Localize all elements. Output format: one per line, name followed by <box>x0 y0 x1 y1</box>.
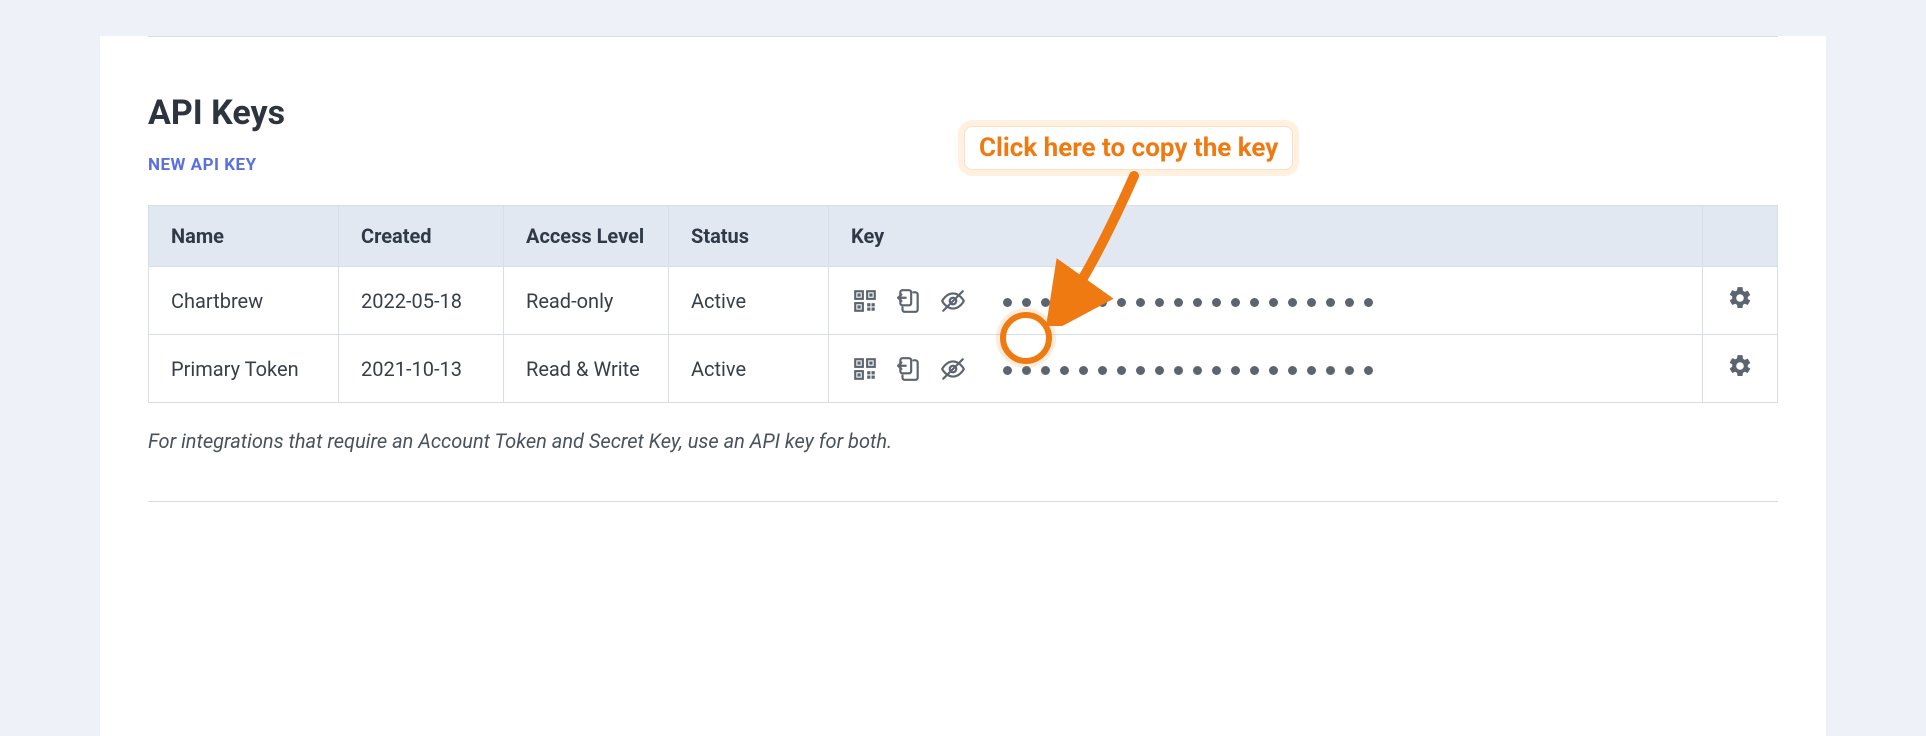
qr-code-icon[interactable] <box>851 355 879 383</box>
cell-key <box>829 335 1703 403</box>
footnote-text: For integrations that require an Account… <box>148 429 1778 453</box>
table-header-row: Name Created Access Level Status Key <box>149 206 1778 267</box>
col-header-created: Created <box>339 206 504 267</box>
copy-key-icon[interactable] <box>895 287 923 315</box>
cell-created: 2021-10-13 <box>339 335 504 403</box>
cell-key <box>829 267 1703 335</box>
toggle-visibility-icon[interactable] <box>939 355 967 383</box>
toggle-visibility-icon[interactable] <box>939 287 967 315</box>
cell-actions <box>1703 267 1778 335</box>
col-header-access: Access Level <box>504 206 669 267</box>
cell-created: 2022-05-18 <box>339 267 504 335</box>
settings-gear-icon[interactable] <box>1727 285 1753 311</box>
cell-status: Active <box>669 335 829 403</box>
copy-key-icon[interactable] <box>895 355 923 383</box>
col-header-actions <box>1703 206 1778 267</box>
cell-name: Primary Token <box>149 335 339 403</box>
cell-status: Active <box>669 267 829 335</box>
divider-top <box>148 36 1778 37</box>
masked-key <box>1003 289 1680 313</box>
divider-bottom <box>148 501 1778 502</box>
settings-gear-icon[interactable] <box>1727 353 1753 379</box>
col-header-name: Name <box>149 206 339 267</box>
cell-name: Chartbrew <box>149 267 339 335</box>
cell-access: Read-only <box>504 267 669 335</box>
api-keys-panel: API Keys NEW API KEY Name Created Access… <box>100 36 1826 736</box>
new-api-key-link[interactable]: NEW API KEY <box>148 155 257 175</box>
col-header-key: Key <box>829 206 1703 267</box>
masked-key <box>1003 357 1680 381</box>
api-keys-table: Name Created Access Level Status Key Cha… <box>148 205 1778 403</box>
section-title: API Keys <box>148 93 1778 133</box>
cell-access: Read & Write <box>504 335 669 403</box>
table-row: Primary Token2021-10-13Read & WriteActiv… <box>149 335 1778 403</box>
table-row: Chartbrew2022-05-18Read-onlyActive <box>149 267 1778 335</box>
col-header-status: Status <box>669 206 829 267</box>
qr-code-icon[interactable] <box>851 287 879 315</box>
cell-actions <box>1703 335 1778 403</box>
